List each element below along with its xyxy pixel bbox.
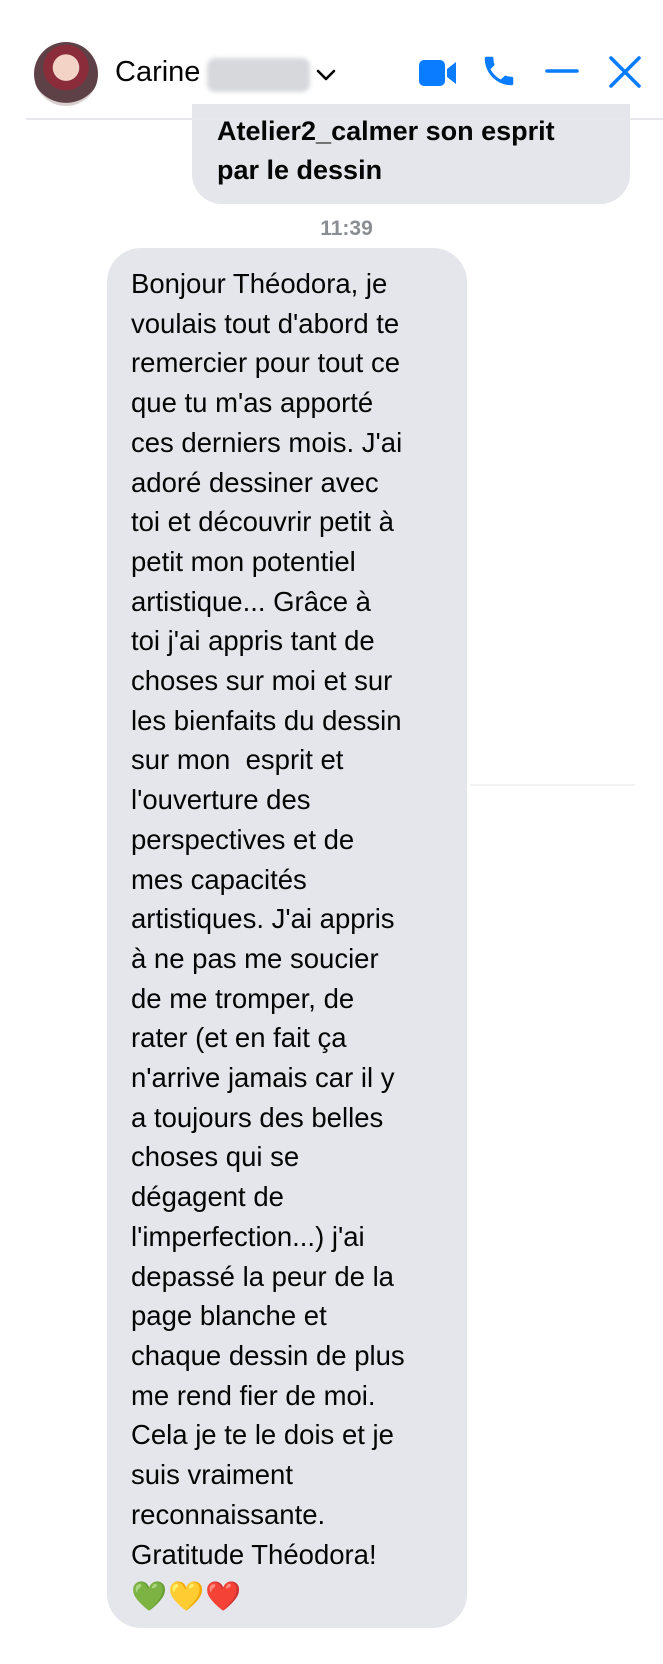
contact-avatar[interactable] [34, 42, 98, 106]
close-icon[interactable] [607, 54, 643, 90]
contact-name[interactable]: Carine [115, 56, 200, 89]
divider [470, 784, 635, 786]
incoming-message-text: Bonjour Théodora, je voulais tout d'abor… [131, 268, 405, 1570]
chat-header: Carine [0, 0, 663, 120]
chevron-down-icon[interactable] [312, 62, 340, 88]
minimize-icon[interactable] [544, 56, 580, 90]
heart-emoji-row: 💚💛❤️ [131, 1581, 243, 1613]
message-timestamp: 11:39 [320, 217, 373, 240]
redacted-last-name [207, 58, 310, 92]
phone-icon[interactable] [480, 52, 518, 90]
header-divider [26, 118, 663, 120]
video-icon[interactable] [418, 56, 458, 90]
outgoing-message-text: Atelier2_calmer son esprit par le dessin [217, 116, 555, 185]
